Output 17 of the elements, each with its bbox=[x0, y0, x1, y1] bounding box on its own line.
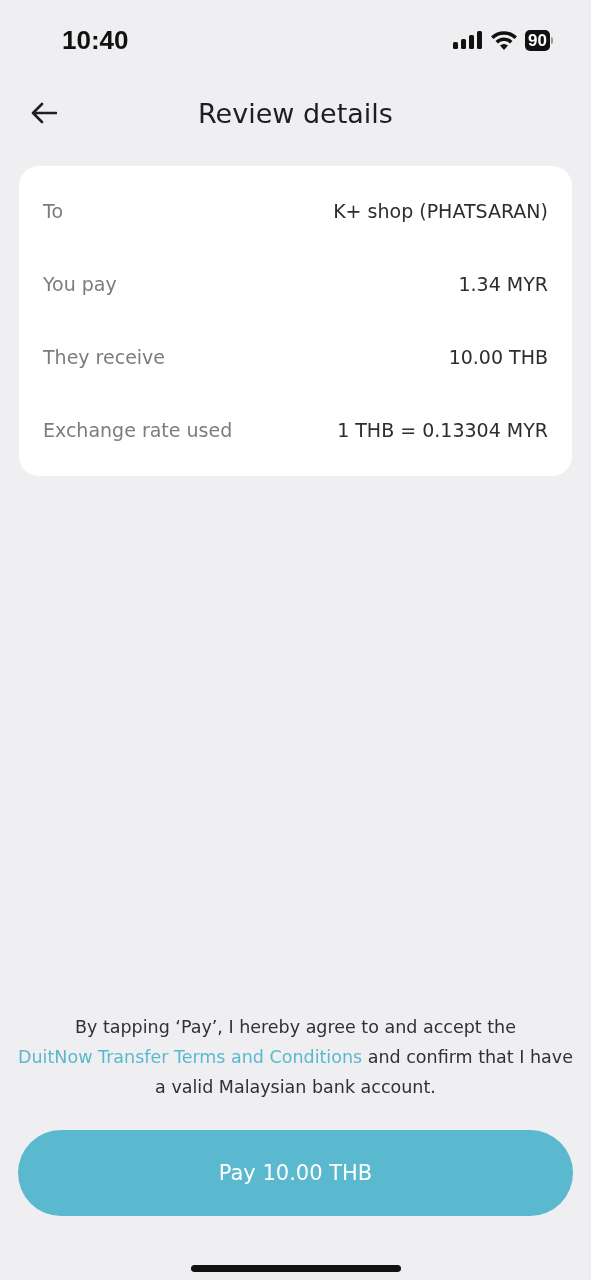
detail-value: 10.00 THB bbox=[448, 345, 548, 368]
detail-label: They receive bbox=[43, 345, 166, 368]
terms-link[interactable]: DuitNow Transfer Terms and Conditions bbox=[18, 1047, 363, 1067]
detail-label: Exchange rate used bbox=[43, 418, 233, 441]
detail-label: To bbox=[43, 199, 63, 222]
wifi-icon bbox=[491, 30, 518, 50]
agreement-text: By tapping ‘Pay’, I hereby agree to and accept the DuitNow Transfer Terms and Conditions and confirm that I have a valid Malaysian bank account. bbox=[18, 1016, 573, 1099]
detail-value: 1 THB = 0.13304 MYR bbox=[337, 418, 548, 441]
detail-value: 1.34 MYR bbox=[458, 272, 548, 295]
pay-button[interactable]: Pay 10.00 THB bbox=[18, 1130, 573, 1216]
detail-label: You pay bbox=[43, 272, 117, 295]
status-time: 10:40 bbox=[62, 24, 129, 56]
back-arrow-icon[interactable] bbox=[31, 102, 57, 124]
detail-value: K+ shop (PHATSARAN) bbox=[333, 199, 548, 222]
battery-level: 90 bbox=[525, 29, 550, 51]
signal-icon bbox=[453, 31, 484, 49]
page-title: Review details bbox=[198, 97, 393, 129]
